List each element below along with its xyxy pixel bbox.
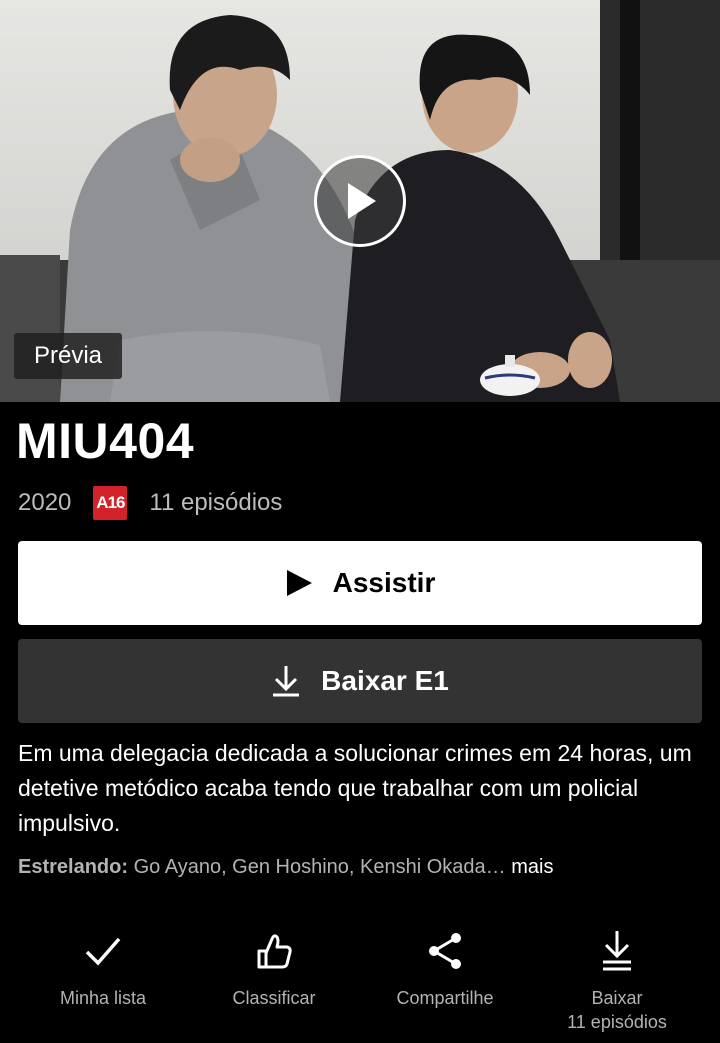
my-list-label: Minha lista bbox=[59, 988, 147, 1008]
check-icon bbox=[13, 925, 193, 977]
thumbs-up-icon bbox=[184, 925, 364, 977]
my-list-action[interactable]: Minha lista bbox=[13, 925, 193, 1009]
preview-video[interactable]: Prévia bbox=[0, 0, 720, 402]
download-icon bbox=[271, 664, 301, 698]
show-meta: 2020 A16 11 episódios bbox=[18, 484, 282, 522]
download-icon bbox=[527, 925, 707, 977]
rate-label: Classificar bbox=[232, 988, 316, 1008]
cast-line: Estrelando: Go Ayano, Gen Hoshino, Kensh… bbox=[18, 856, 553, 879]
download-all-label: Baixar bbox=[591, 988, 643, 1008]
download-episode-button[interactable]: Baixar E1 bbox=[18, 639, 702, 723]
show-title: MIU404 bbox=[16, 413, 195, 469]
play-button[interactable]: Assistir bbox=[18, 541, 702, 625]
action-bar: Minha lista Classificar Compartilhe Baix… bbox=[0, 925, 720, 1043]
download-all-action[interactable]: Baixar 11 episódios bbox=[527, 925, 707, 1033]
release-year: 2020 bbox=[18, 489, 72, 516]
share-icon bbox=[355, 925, 535, 977]
download-all-sublabel: 11 episódios bbox=[567, 1012, 667, 1032]
preview-badge: Prévia bbox=[14, 333, 123, 379]
episode-count: 11 episódios bbox=[149, 489, 283, 516]
cast-names: Go Ayano, Gen Hoshino, Kenshi Okada… bbox=[128, 856, 512, 878]
share-action[interactable]: Compartilhe bbox=[355, 925, 535, 1009]
rate-action[interactable]: Classificar bbox=[184, 925, 364, 1009]
play-icon bbox=[285, 569, 313, 597]
synopsis: Em uma delegacia dedicada a solucionar c… bbox=[18, 740, 692, 836]
play-icon bbox=[348, 183, 376, 219]
age-rating-badge: A16 bbox=[93, 486, 128, 520]
cast-label: Estrelando: bbox=[18, 856, 129, 878]
play-preview-button[interactable] bbox=[314, 155, 406, 247]
download-button-label: Baixar E1 bbox=[321, 665, 449, 696]
more-link[interactable]: mais bbox=[511, 856, 553, 878]
play-button-label: Assistir bbox=[332, 567, 436, 598]
share-label: Compartilhe bbox=[396, 988, 494, 1008]
